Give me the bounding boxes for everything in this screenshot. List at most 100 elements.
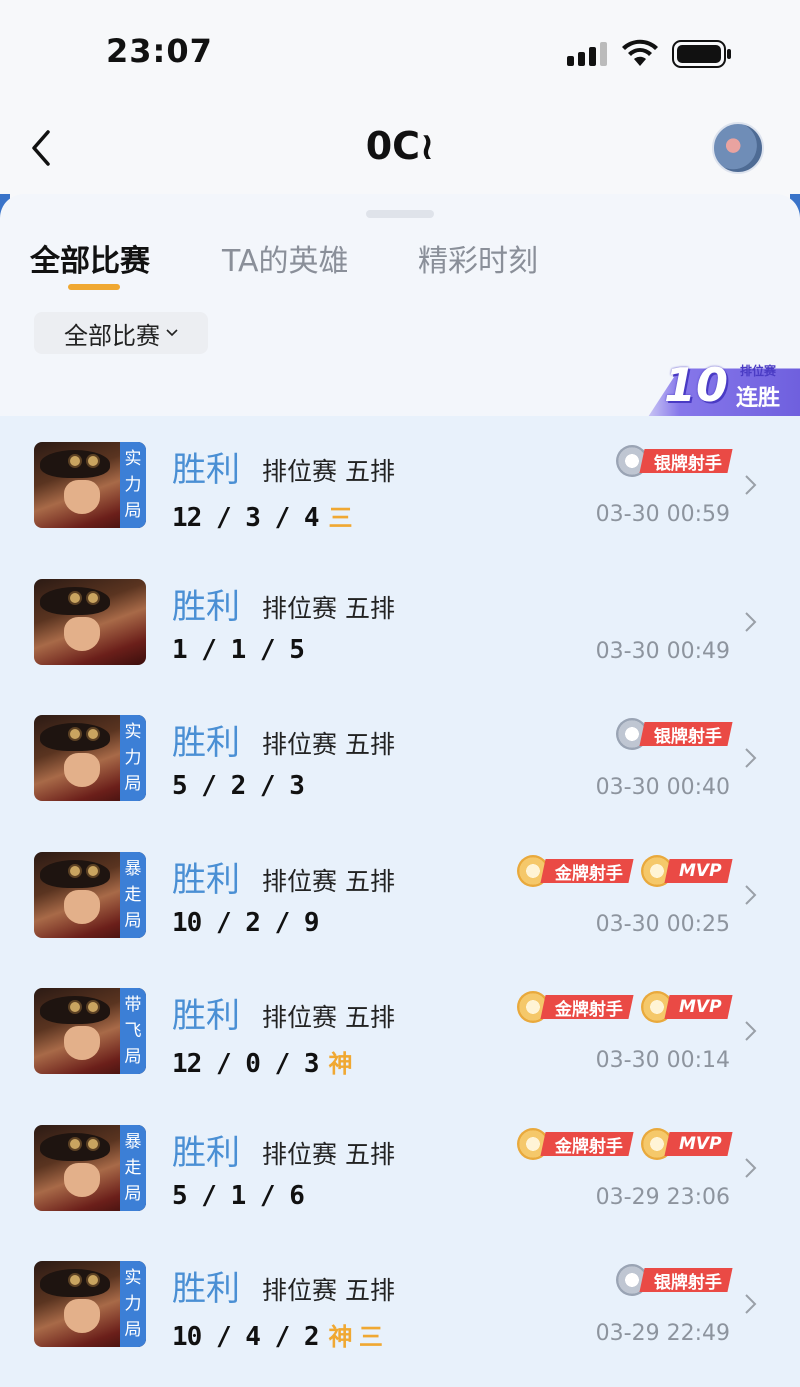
badge-label: 银牌射手	[639, 722, 733, 747]
badge-group: 金牌射手 MVP	[517, 854, 733, 887]
badge-label: 金牌射手	[540, 858, 635, 883]
match-mode: 排位赛 五排	[262, 1003, 395, 1032]
hero-face	[64, 753, 100, 787]
drag-handle[interactable]	[366, 210, 434, 218]
match-time: 03-30 00:14	[595, 1048, 730, 1073]
match-tag: 实力局	[120, 715, 146, 801]
win-streak-badge: 10 排位赛 连胜	[628, 358, 800, 416]
kda-score: 12 / 3 / 4三	[172, 503, 353, 533]
match-mode: 排位赛 五排	[262, 730, 395, 759]
hero-face	[64, 1299, 100, 1333]
match-mode: 排位赛 五排	[262, 1139, 395, 1169]
hero-portrait: 带飞局	[34, 988, 146, 1074]
hero-goggle	[86, 1000, 100, 1014]
badge-group: 银牌射手	[616, 445, 733, 477]
match-result: 胜利	[172, 1269, 240, 1309]
hero-face	[64, 889, 100, 924]
status-time: 23:07	[106, 32, 213, 70]
wifi-icon	[622, 39, 658, 66]
rank-badge: 金牌射手	[517, 991, 635, 1023]
badge-group: 银牌射手	[616, 1264, 733, 1296]
match-mode: 排位赛 五排	[262, 593, 395, 623]
hero-goggle	[68, 590, 82, 605]
match-mode: 排位赛 五排	[262, 457, 395, 486]
hero-goggle	[68, 1273, 82, 1287]
kda-score: 12 / 0 / 3神	[172, 1049, 353, 1079]
hero-goggle	[68, 727, 82, 741]
mvp-badge: MVP	[641, 1127, 733, 1160]
match-result: 胜利	[172, 996, 240, 1036]
match-time: 03-30 00:49	[595, 638, 730, 664]
rank-badge: 银牌射手	[616, 1264, 733, 1296]
streak-count: 10	[664, 358, 729, 412]
match-result: 胜利	[172, 586, 240, 627]
battery-icon	[672, 40, 731, 68]
tab-all-matches[interactable]: 全部比赛	[30, 236, 150, 280]
hero-goggle	[68, 454, 82, 468]
avatar[interactable]	[712, 122, 764, 174]
hero-portrait	[34, 578, 146, 665]
tab-heroes[interactable]: TA的英雄	[222, 236, 349, 280]
mvp-badge: MVP	[641, 991, 733, 1023]
match-mode: 排位赛 五排	[262, 1276, 395, 1305]
match-filter-dropdown[interactable]: 全部比赛	[34, 312, 208, 354]
rank-badge: 银牌射手	[616, 445, 733, 477]
hero-goggle	[68, 863, 82, 878]
hero-goggle	[68, 1000, 82, 1014]
match-time: 03-29 22:49	[595, 1321, 730, 1346]
badge-label: MVP	[664, 858, 733, 883]
match-row[interactable]: 实力局胜利 排位赛 五排 10 / 4 / 2神 三 银牌射手 03-29 22:49	[0, 1235, 800, 1371]
hero-face	[64, 480, 100, 514]
hero-face	[64, 616, 100, 651]
hero-goggle	[86, 1273, 100, 1287]
match-result: 胜利	[172, 1132, 240, 1173]
match-row[interactable]: 胜利 排位赛 五排 1 / 1 / 5 03-30 00:49	[0, 553, 800, 689]
hero-goggle	[86, 1136, 100, 1151]
kill-highlight-marks: 神	[328, 1050, 353, 1078]
badge-label: MVP	[664, 995, 733, 1019]
chevron-right-icon	[745, 748, 757, 768]
hero-goggle	[86, 727, 100, 741]
match-time: 03-30 00:59	[595, 502, 730, 527]
badge-group: 金牌射手 MVP	[517, 1127, 733, 1160]
hero-portrait: 实力局	[34, 442, 146, 528]
kda-score: 5 / 2 / 3	[172, 771, 305, 801]
tab-highlights[interactable]: 精彩时刻	[418, 236, 538, 280]
mvp-badge: MVP	[641, 854, 733, 887]
nav-bar: 0C≀	[0, 100, 800, 195]
kda-score: 1 / 1 / 5	[172, 634, 305, 665]
match-tag: 暴走局	[120, 851, 146, 938]
match-row[interactable]: 带飞局胜利 排位赛 五排 12 / 0 / 3 神 金牌射手 MVP 03-30 00:14	[0, 962, 800, 1098]
badge-group: 银牌射手	[616, 718, 733, 750]
page-title: 0C≀	[365, 124, 435, 168]
hero-goggle	[68, 1136, 82, 1151]
chevron-right-icon	[745, 611, 757, 632]
hero-goggle	[86, 863, 100, 878]
tab-indicator	[68, 284, 120, 290]
kill-highlight-marks: 神 三	[328, 1323, 383, 1351]
match-tag: 带飞局	[120, 988, 146, 1074]
hero-portrait: 暴走局	[34, 851, 146, 938]
match-result: 胜利	[172, 450, 240, 490]
match-tag: 实力局	[120, 1261, 146, 1347]
match-row[interactable]: 实力局胜利 排位赛 五排 5 / 2 / 3 银牌射手 03-30 00:40	[0, 689, 800, 825]
match-time: 03-30 00:25	[595, 911, 730, 937]
status-bar: 23:07	[0, 0, 800, 100]
chevron-right-icon	[745, 1157, 757, 1178]
chevron-right-icon	[745, 1021, 757, 1041]
hero-goggle	[86, 590, 100, 605]
match-tag: 实力局	[120, 442, 146, 528]
badge-label: 金牌射手	[540, 1131, 635, 1156]
match-row[interactable]: 实力局胜利 排位赛 五排 12 / 3 / 4 三 银牌射手 03-30 00:59	[0, 416, 800, 552]
kill-highlight-marks: 三	[328, 504, 353, 532]
match-time: 03-30 00:40	[595, 775, 730, 800]
match-row[interactable]: 暴走局胜利 排位赛 五排 10 / 2 / 9 金牌射手 MVP 03-30 00:25	[0, 826, 800, 962]
badge-label: 银牌射手	[639, 1268, 733, 1293]
match-result: 胜利	[172, 723, 240, 763]
kda-score: 5 / 1 / 6	[172, 1180, 305, 1211]
hero-face	[64, 1026, 100, 1060]
badge-label: MVP	[664, 1131, 733, 1156]
match-row[interactable]: 暴走局胜利 排位赛 五排 5 / 1 / 6 金牌射手 MVP 03-29 23:06	[0, 1099, 800, 1235]
match-mode: 排位赛 五排	[262, 866, 395, 896]
match-tag: 暴走局	[120, 1124, 146, 1211]
